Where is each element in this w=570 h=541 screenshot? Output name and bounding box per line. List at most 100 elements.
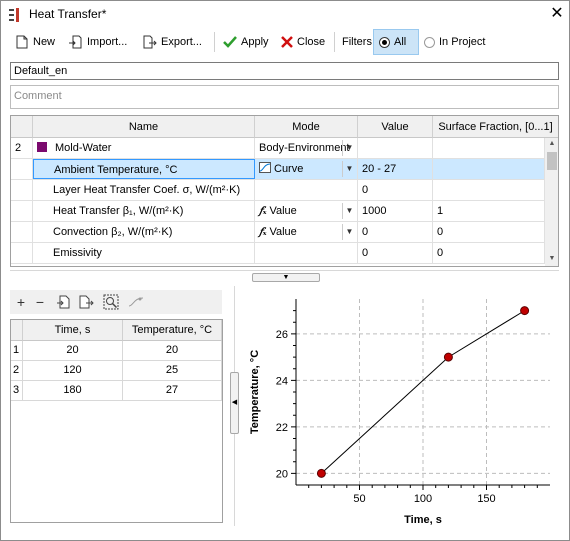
splitter-collapse-handle[interactable]: ▼: [252, 273, 320, 282]
export-curve-icon[interactable]: [78, 294, 94, 310]
filter-in-project-label: In Project: [439, 36, 486, 48]
dropdown-arrow-icon[interactable]: ▼: [342, 140, 356, 156]
temperature-cell[interactable]: 20: [123, 341, 222, 360]
value-cell[interactable]: [358, 138, 433, 158]
import-curve-icon[interactable]: [56, 294, 72, 310]
curve-icon: [259, 162, 271, 173]
row-index: [11, 180, 33, 200]
remove-point-icon[interactable]: −: [32, 294, 48, 310]
grid-header-surface-fraction[interactable]: Surface Fraction, [0...1]: [433, 116, 558, 138]
import-button-label: Import...: [87, 36, 128, 48]
filters-label-text: Filters:: [342, 36, 375, 48]
horizontal-splitter[interactable]: [10, 270, 559, 271]
filter-all-radio[interactable]: All: [376, 30, 409, 54]
curve-tool-icon[interactable]: [128, 294, 144, 310]
grid-row-ambient-temperature[interactable]: Ambient Temperature, °C Curve ▼ 20 - 27: [11, 159, 545, 180]
row-name: Convection β₂, W/(m²·K): [33, 222, 255, 242]
toolbar-separator: [334, 32, 335, 52]
table-header-temperature[interactable]: Temperature, °C: [123, 320, 222, 341]
grid-row-mold-water[interactable]: 2 Mold-Water Body-Environment ▼: [11, 138, 545, 159]
import-button[interactable]: Import...: [66, 30, 130, 54]
time-cell[interactable]: 120: [23, 361, 123, 380]
curve-point[interactable]: [316, 468, 326, 478]
fraction-cell[interactable]: 0: [433, 222, 545, 242]
table-header-time[interactable]: Time, s: [23, 320, 123, 341]
mode-dropdown[interactable]: Body-Environment ▼: [255, 138, 358, 158]
fraction-cell[interactable]: [433, 138, 545, 158]
y-tick-label: 24: [276, 375, 288, 387]
zoom-fit-icon[interactable]: [103, 294, 119, 310]
filter-in-project-radio[interactable]: In Project: [421, 30, 488, 54]
close-button-label: Close: [297, 36, 326, 48]
dropdown-arrow-icon[interactable]: ▼: [342, 203, 356, 219]
time-cell[interactable]: 180: [23, 381, 123, 400]
chart-collapse-handle[interactable]: ◀: [230, 372, 239, 434]
row-name: Emissivity: [33, 243, 255, 263]
grid-row-convection-beta2[interactable]: Convection β₂, W/(m²·K) 𝑓ₓ Value ▼ 0 0: [11, 222, 545, 243]
set-name-field[interactable]: Default_en: [10, 62, 559, 80]
scroll-up-icon[interactable]: ▲: [547, 140, 557, 150]
fraction-cell[interactable]: 0: [433, 243, 545, 263]
filter-all-label: All: [394, 36, 407, 48]
apply-button-label: Apply: [241, 36, 269, 48]
radio-unchecked-icon: [424, 36, 435, 48]
properties-grid: Name Mode Value Surface Fraction, [0...1…: [10, 115, 559, 267]
fraction-cell[interactable]: [433, 159, 545, 179]
comment-field[interactable]: Comment: [10, 85, 559, 109]
row-name: Layer Heat Transfer Coef. σ, W/(m²·K): [33, 180, 255, 200]
time-cell[interactable]: 20: [23, 341, 123, 360]
dropdown-arrow-icon[interactable]: ▼: [342, 224, 356, 240]
close-button[interactable]: Close: [278, 30, 328, 54]
new-button[interactable]: New: [12, 30, 58, 54]
grid-header-mode[interactable]: Mode: [255, 116, 358, 138]
fraction-cell[interactable]: 1: [433, 201, 545, 221]
table-row-index: 2: [11, 361, 23, 380]
apply-button[interactable]: Apply: [220, 30, 272, 54]
mode-value: Value: [269, 226, 297, 238]
add-point-icon[interactable]: +: [13, 294, 29, 310]
red-x-icon: [281, 36, 293, 48]
x-tick-label: 100: [414, 493, 432, 505]
title-bar: Heat Transfer* ✕: [1, 1, 569, 27]
grid-row-layer-heat-transfer[interactable]: Layer Heat Transfer Coef. σ, W/(m²·K) 0: [11, 180, 545, 201]
chevron-left-icon: ◀: [231, 399, 238, 406]
scroll-down-icon[interactable]: ▼: [547, 255, 557, 265]
temperature-cell[interactable]: 27: [123, 381, 222, 400]
curve-point[interactable]: [443, 352, 453, 362]
mode-value: Body-Environment: [259, 142, 350, 154]
mode-cell: [255, 180, 358, 200]
dropdown-arrow-icon[interactable]: ▼: [342, 161, 356, 177]
grid-header-index: [11, 116, 33, 138]
checkmark-icon: [223, 36, 237, 48]
radio-checked-icon: [379, 36, 390, 48]
scrollbar-thumb[interactable]: [547, 152, 557, 170]
value-cell[interactable]: 20 - 27: [358, 159, 433, 179]
mode-dropdown[interactable]: Curve ▼: [255, 159, 358, 179]
export-button[interactable]: Export...: [140, 30, 205, 54]
temperature-cell[interactable]: 25: [123, 361, 222, 380]
mode-dropdown[interactable]: 𝑓ₓ Value ▼: [255, 201, 358, 221]
table-row[interactable]: 1 20 20: [11, 341, 222, 361]
mode-value: Curve: [274, 163, 304, 175]
table-header-index: [11, 320, 23, 341]
fraction-cell[interactable]: [433, 180, 545, 200]
row-index: [11, 159, 33, 179]
close-window-icon[interactable]: ✕: [547, 4, 567, 24]
grid-header-value[interactable]: Value: [358, 116, 433, 138]
table-row[interactable]: 2 120 25: [11, 361, 222, 381]
mode-dropdown[interactable]: 𝑓ₓ Value ▼: [255, 222, 358, 242]
value-cell[interactable]: 1000: [358, 201, 433, 221]
grid-row-heat-transfer-beta1[interactable]: Heat Transfer β₁, W/(m²·K) 𝑓ₓ Value ▼ 100…: [11, 201, 545, 222]
value-cell[interactable]: 0: [358, 243, 433, 263]
row-index: [11, 243, 33, 263]
grid-row-emissivity[interactable]: Emissivity 0 0: [11, 243, 545, 264]
row-name: Ambient Temperature, °C: [33, 159, 255, 179]
curve-toolbar: + −: [10, 290, 222, 314]
grid-header-name[interactable]: Name: [33, 116, 255, 138]
row-name: Heat Transfer β₁, W/(m²·K): [33, 201, 255, 221]
table-row[interactable]: 3 180 27: [11, 381, 222, 401]
mode-value: Value: [269, 205, 297, 217]
value-cell[interactable]: 0: [358, 222, 433, 242]
curve-point[interactable]: [520, 306, 530, 316]
value-cell[interactable]: 0: [358, 180, 433, 200]
